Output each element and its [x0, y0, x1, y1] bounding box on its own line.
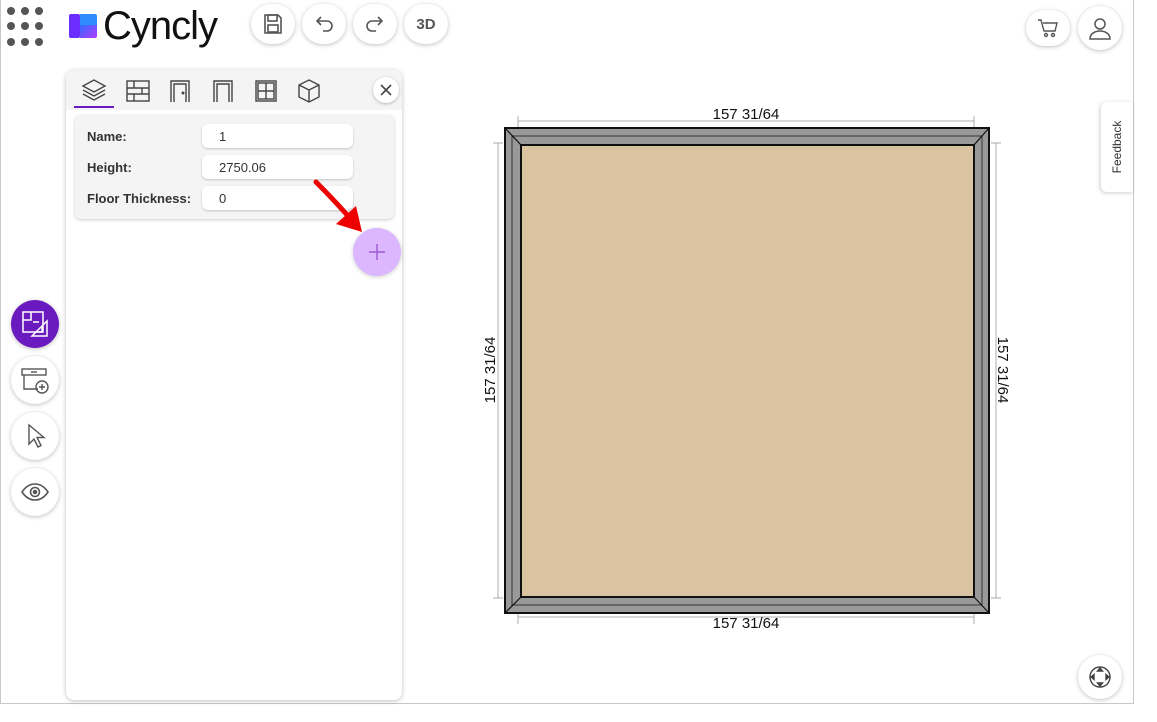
undo-button[interactable]: [302, 4, 346, 44]
name-row: Name:: [87, 124, 202, 148]
brand-logo: Cyncly: [68, 3, 218, 48]
cursor-icon: [28, 423, 46, 448]
visibility-tool-button[interactable]: [11, 468, 59, 516]
navigation-control-button[interactable]: [1078, 655, 1122, 699]
eye-icon: [21, 483, 49, 501]
floor-thickness-row: Floor Thickness:: [87, 186, 202, 210]
floor-plan-canvas[interactable]: 157 31/64 157 31/64 157 31/64 157 31/64: [470, 100, 1030, 640]
cart-button[interactable]: [1026, 10, 1070, 46]
cart-icon: [1038, 19, 1058, 38]
apps-grid-icon[interactable]: [7, 7, 47, 47]
window-icon: [255, 80, 277, 102]
add-cabinet-icon: [21, 368, 49, 394]
floor-plan-icon: [22, 311, 48, 337]
view-3d-button[interactable]: 3D: [404, 4, 448, 44]
close-panel-button[interactable]: [373, 77, 399, 103]
pan-control-icon: [1089, 666, 1111, 688]
annotation-arrow: [313, 179, 362, 232]
name-field[interactable]: [202, 124, 353, 148]
close-icon: [380, 84, 392, 96]
user-icon: [1089, 18, 1111, 40]
add-cabinet-tool-button[interactable]: [11, 356, 59, 404]
floor-plan-tool-button[interactable]: [11, 300, 59, 348]
tab-3d-objects[interactable]: [289, 74, 329, 108]
redo-button[interactable]: [353, 4, 397, 44]
dimension-right-label: 157 31/64: [994, 337, 1011, 404]
tab-levels[interactable]: [74, 74, 114, 108]
opening-icon: [213, 80, 233, 102]
select-tool-button[interactable]: [11, 412, 59, 460]
wall-icon: [126, 80, 150, 102]
properties-panel: Name: Height: Floor Thickness:: [66, 70, 402, 700]
floor-thickness-label: Floor Thickness:: [87, 190, 192, 206]
tab-doors[interactable]: [160, 74, 200, 108]
dimension-left-label: 157 31/64: [482, 337, 499, 404]
panel-tabs: [66, 70, 402, 110]
height-row: Height:: [87, 155, 202, 179]
tab-walls[interactable]: [118, 74, 158, 108]
redo-icon: [366, 16, 384, 32]
dimension-top-label: 157 31/64: [713, 106, 780, 123]
save-icon: [264, 14, 282, 34]
tab-windows[interactable]: [246, 74, 286, 108]
brand-mark-icon: [68, 11, 98, 41]
door-icon: [170, 80, 190, 102]
dimension-bottom-label: 157 31/64: [713, 615, 780, 632]
cube-icon: [298, 79, 320, 103]
user-button[interactable]: [1078, 6, 1122, 50]
room-floor[interactable]: [520, 144, 975, 598]
height-label: Height:: [87, 159, 132, 175]
name-label: Name:: [87, 128, 127, 144]
tab-openings[interactable]: [203, 74, 243, 108]
feedback-label: Feedback: [1110, 120, 1124, 174]
brand-name: Cyncly: [103, 3, 218, 48]
plus-icon: [369, 244, 385, 260]
feedback-tab[interactable]: Feedback: [1101, 102, 1133, 192]
undo-icon: [315, 16, 333, 32]
save-button[interactable]: [251, 4, 295, 44]
layers-icon: [81, 79, 107, 101]
